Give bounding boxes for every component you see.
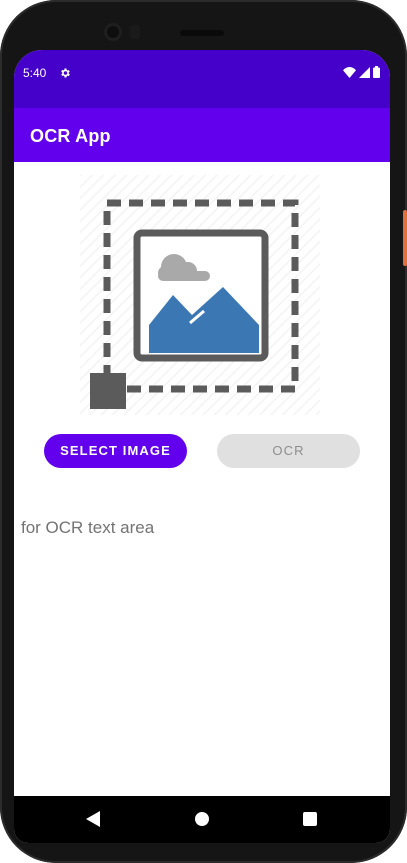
sensor: [130, 25, 140, 39]
image-select-placeholder-icon[interactable]: [80, 175, 320, 415]
battery-icon: [373, 66, 380, 78]
power-button: [403, 210, 407, 266]
status-bar: 5:40: [14, 50, 390, 108]
select-image-button[interactable]: SELECT IMAGE: [44, 434, 187, 468]
app-title: OCR App: [30, 126, 111, 146]
status-time: 5:40: [23, 66, 47, 80]
gear-icon: [61, 68, 70, 78]
ocr-text-area: for OCR text area: [21, 518, 155, 537]
recents-icon[interactable]: [303, 812, 317, 826]
crop-handle: [90, 373, 126, 409]
wifi-icon: [343, 66, 356, 78]
earpiece-speaker: [180, 30, 224, 36]
home-icon[interactable]: [195, 812, 209, 826]
status-icons: [343, 66, 380, 78]
screen: 5:40 OCR App SELECT IMAGE OCR for OCR te…: [14, 50, 390, 843]
cell-signal-icon: [359, 66, 370, 78]
app-bar: OCR App: [14, 108, 390, 162]
ocr-button[interactable]: OCR: [217, 434, 360, 468]
navigation-bar: [14, 796, 390, 843]
phone-frame: 5:40 OCR App SELECT IMAGE OCR for OCR te…: [0, 0, 407, 863]
back-icon[interactable]: [86, 811, 100, 827]
front-camera: [104, 23, 122, 41]
